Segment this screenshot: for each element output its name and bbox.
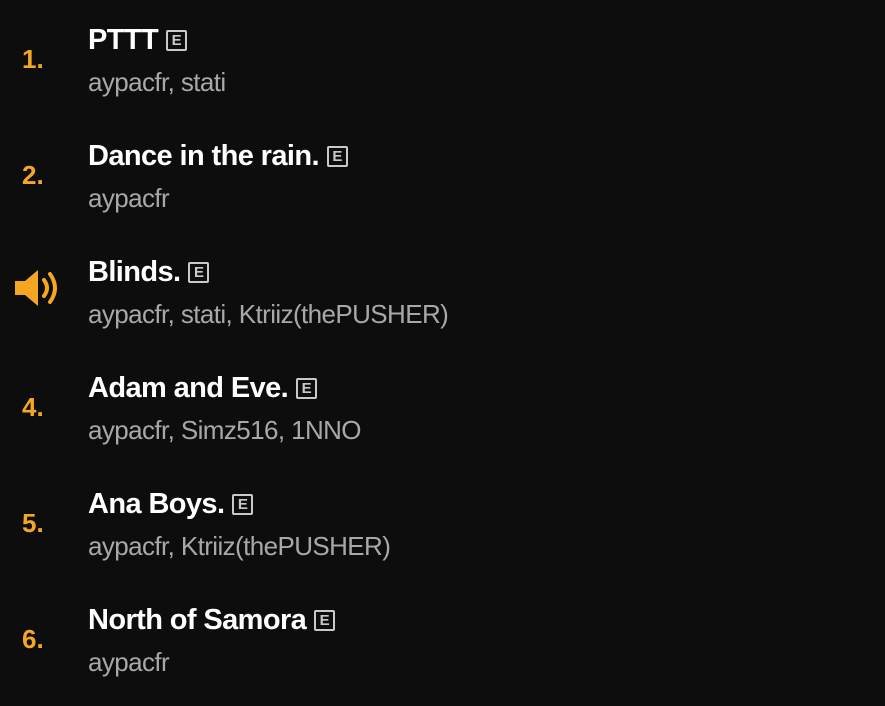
track-title-line: North of Samora E <box>88 602 336 638</box>
track-number: 4. <box>22 392 44 422</box>
track-title-line: Blinds. E <box>88 254 448 290</box>
track-title-line: PTTT E <box>88 22 226 58</box>
track-number: 5. <box>22 508 44 538</box>
track-artists[interactable]: aypacfr, Ktriiz(thePUSHER) <box>88 531 391 561</box>
track-artists[interactable]: aypacfr, stati, Ktriiz(thePUSHER) <box>88 299 449 329</box>
track-title-line: Ana Boys. E <box>88 486 390 522</box>
track-row-playing[interactable]: Blinds. E aypacfr, stati, Ktriiz(thePUSH… <box>0 232 885 348</box>
track-title[interactable]: Dance in the rain. <box>88 140 320 173</box>
track-artists[interactable]: aypacfr, stati <box>88 67 226 97</box>
track-artists[interactable]: aypacfr, Simz516, 1NNO <box>88 415 362 445</box>
track-title-line: Dance in the rain. E <box>88 138 348 174</box>
speaker-volume-icon <box>15 270 57 306</box>
track-meta: Adam and Eve. E aypacfr, Simz516, 1NNO <box>88 370 362 446</box>
track-meta: Dance in the rain. E aypacfr <box>88 138 348 213</box>
explicit-icon: E <box>188 261 210 283</box>
track-title[interactable]: Adam and Eve. <box>88 372 289 405</box>
track-row[interactable]: 5. Ana Boys. E aypacfr, Ktriiz(thePUSHER… <box>0 464 885 580</box>
track-artists[interactable]: aypacfr <box>88 647 335 677</box>
track-number: 1. <box>22 44 44 74</box>
track-number: 2. <box>22 160 44 190</box>
track-title-line: Adam and Eve. E <box>88 370 361 406</box>
track-meta: North of Samora E aypacfr <box>88 602 336 677</box>
track-row[interactable]: 6. North of Samora E aypacfr <box>0 580 885 696</box>
track-meta: PTTT E aypacfr, stati <box>88 22 226 98</box>
track-row[interactable]: 4. Adam and Eve. E aypacfr, Simz516, 1NN… <box>0 348 885 464</box>
track-meta: Blinds. E aypacfr, stati, Ktriiz(thePUSH… <box>88 254 449 330</box>
track-title[interactable]: Blinds. <box>88 256 181 289</box>
explicit-icon: E <box>296 377 318 399</box>
explicit-icon: E <box>314 609 336 631</box>
explicit-icon: E <box>326 145 348 167</box>
track-row[interactable]: 1. PTTT E aypacfr, stati <box>0 0 885 116</box>
track-title[interactable]: Ana Boys. <box>88 488 225 521</box>
explicit-icon: E <box>232 493 254 515</box>
track-title[interactable]: North of Samora <box>88 604 307 637</box>
track-artists[interactable]: aypacfr <box>88 183 348 213</box>
track-title[interactable]: PTTT <box>88 24 159 57</box>
track-row[interactable]: 2. Dance in the rain. E aypacfr <box>0 116 885 232</box>
explicit-icon: E <box>166 29 188 51</box>
track-list: 1. PTTT E aypacfr, stati 2. Dance in the… <box>0 0 885 706</box>
track-meta: Ana Boys. E aypacfr, Ktriiz(thePUSHER) <box>88 486 391 562</box>
track-number: 6. <box>22 624 44 654</box>
